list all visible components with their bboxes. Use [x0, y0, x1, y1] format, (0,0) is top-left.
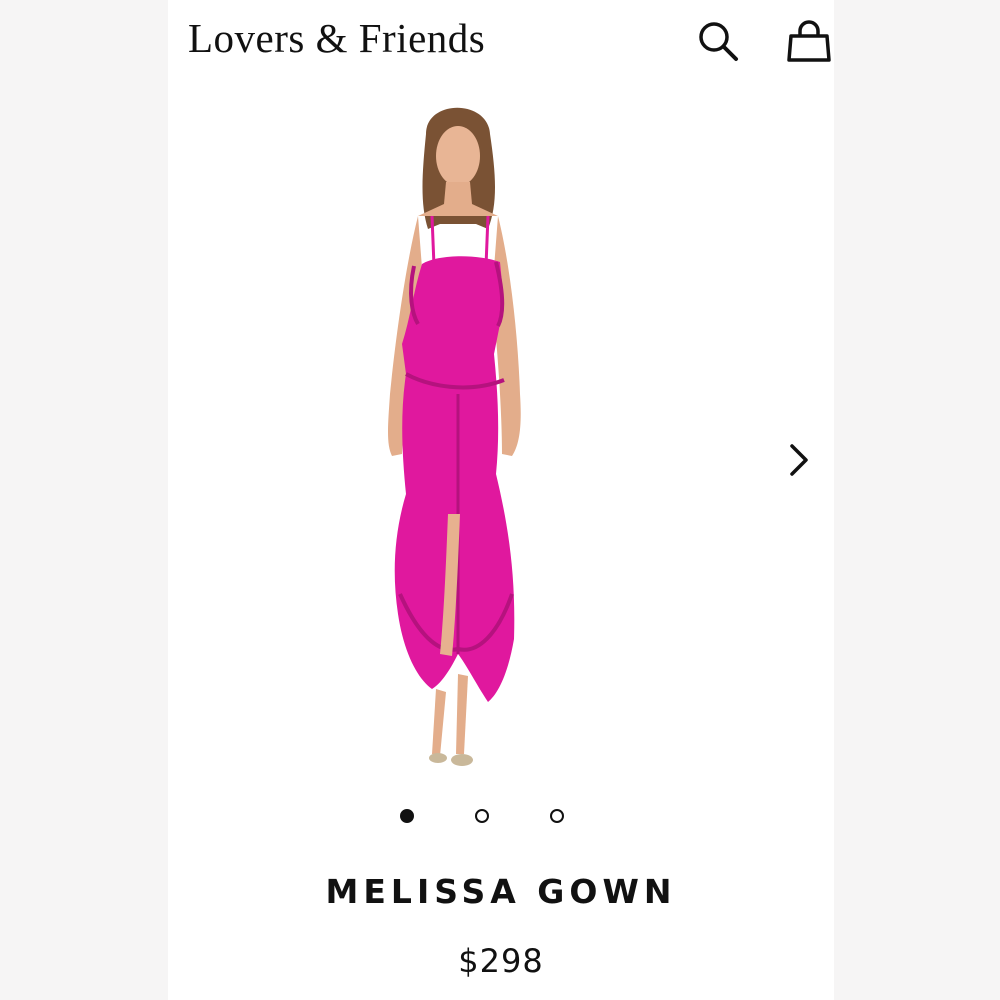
pagination-dot-3[interactable]	[550, 809, 564, 823]
pagination-dot-2[interactable]	[475, 809, 489, 823]
brand-logo[interactable]: Lovers & Friends	[188, 14, 485, 62]
product-page: Lovers & Friends MELISSA GOWN $298	[168, 0, 834, 1000]
next-image-button[interactable]	[780, 436, 820, 484]
search-icon	[699, 22, 738, 61]
background-left	[0, 0, 168, 1000]
header: Lovers & Friends	[168, 0, 834, 84]
product-price: $298	[458, 942, 544, 980]
search-button[interactable]	[695, 18, 741, 64]
product-title: MELISSA GOWN	[325, 872, 677, 911]
dress-shape	[394, 256, 515, 702]
product-image	[388, 107, 521, 766]
product-gallery[interactable]	[168, 84, 834, 784]
gallery-pagination	[168, 806, 834, 830]
background-right	[834, 0, 1000, 1000]
bag-button[interactable]	[786, 18, 832, 64]
shopping-bag-icon	[787, 20, 831, 62]
chevron-right-icon	[790, 444, 808, 476]
pagination-dot-1[interactable]	[400, 809, 414, 823]
